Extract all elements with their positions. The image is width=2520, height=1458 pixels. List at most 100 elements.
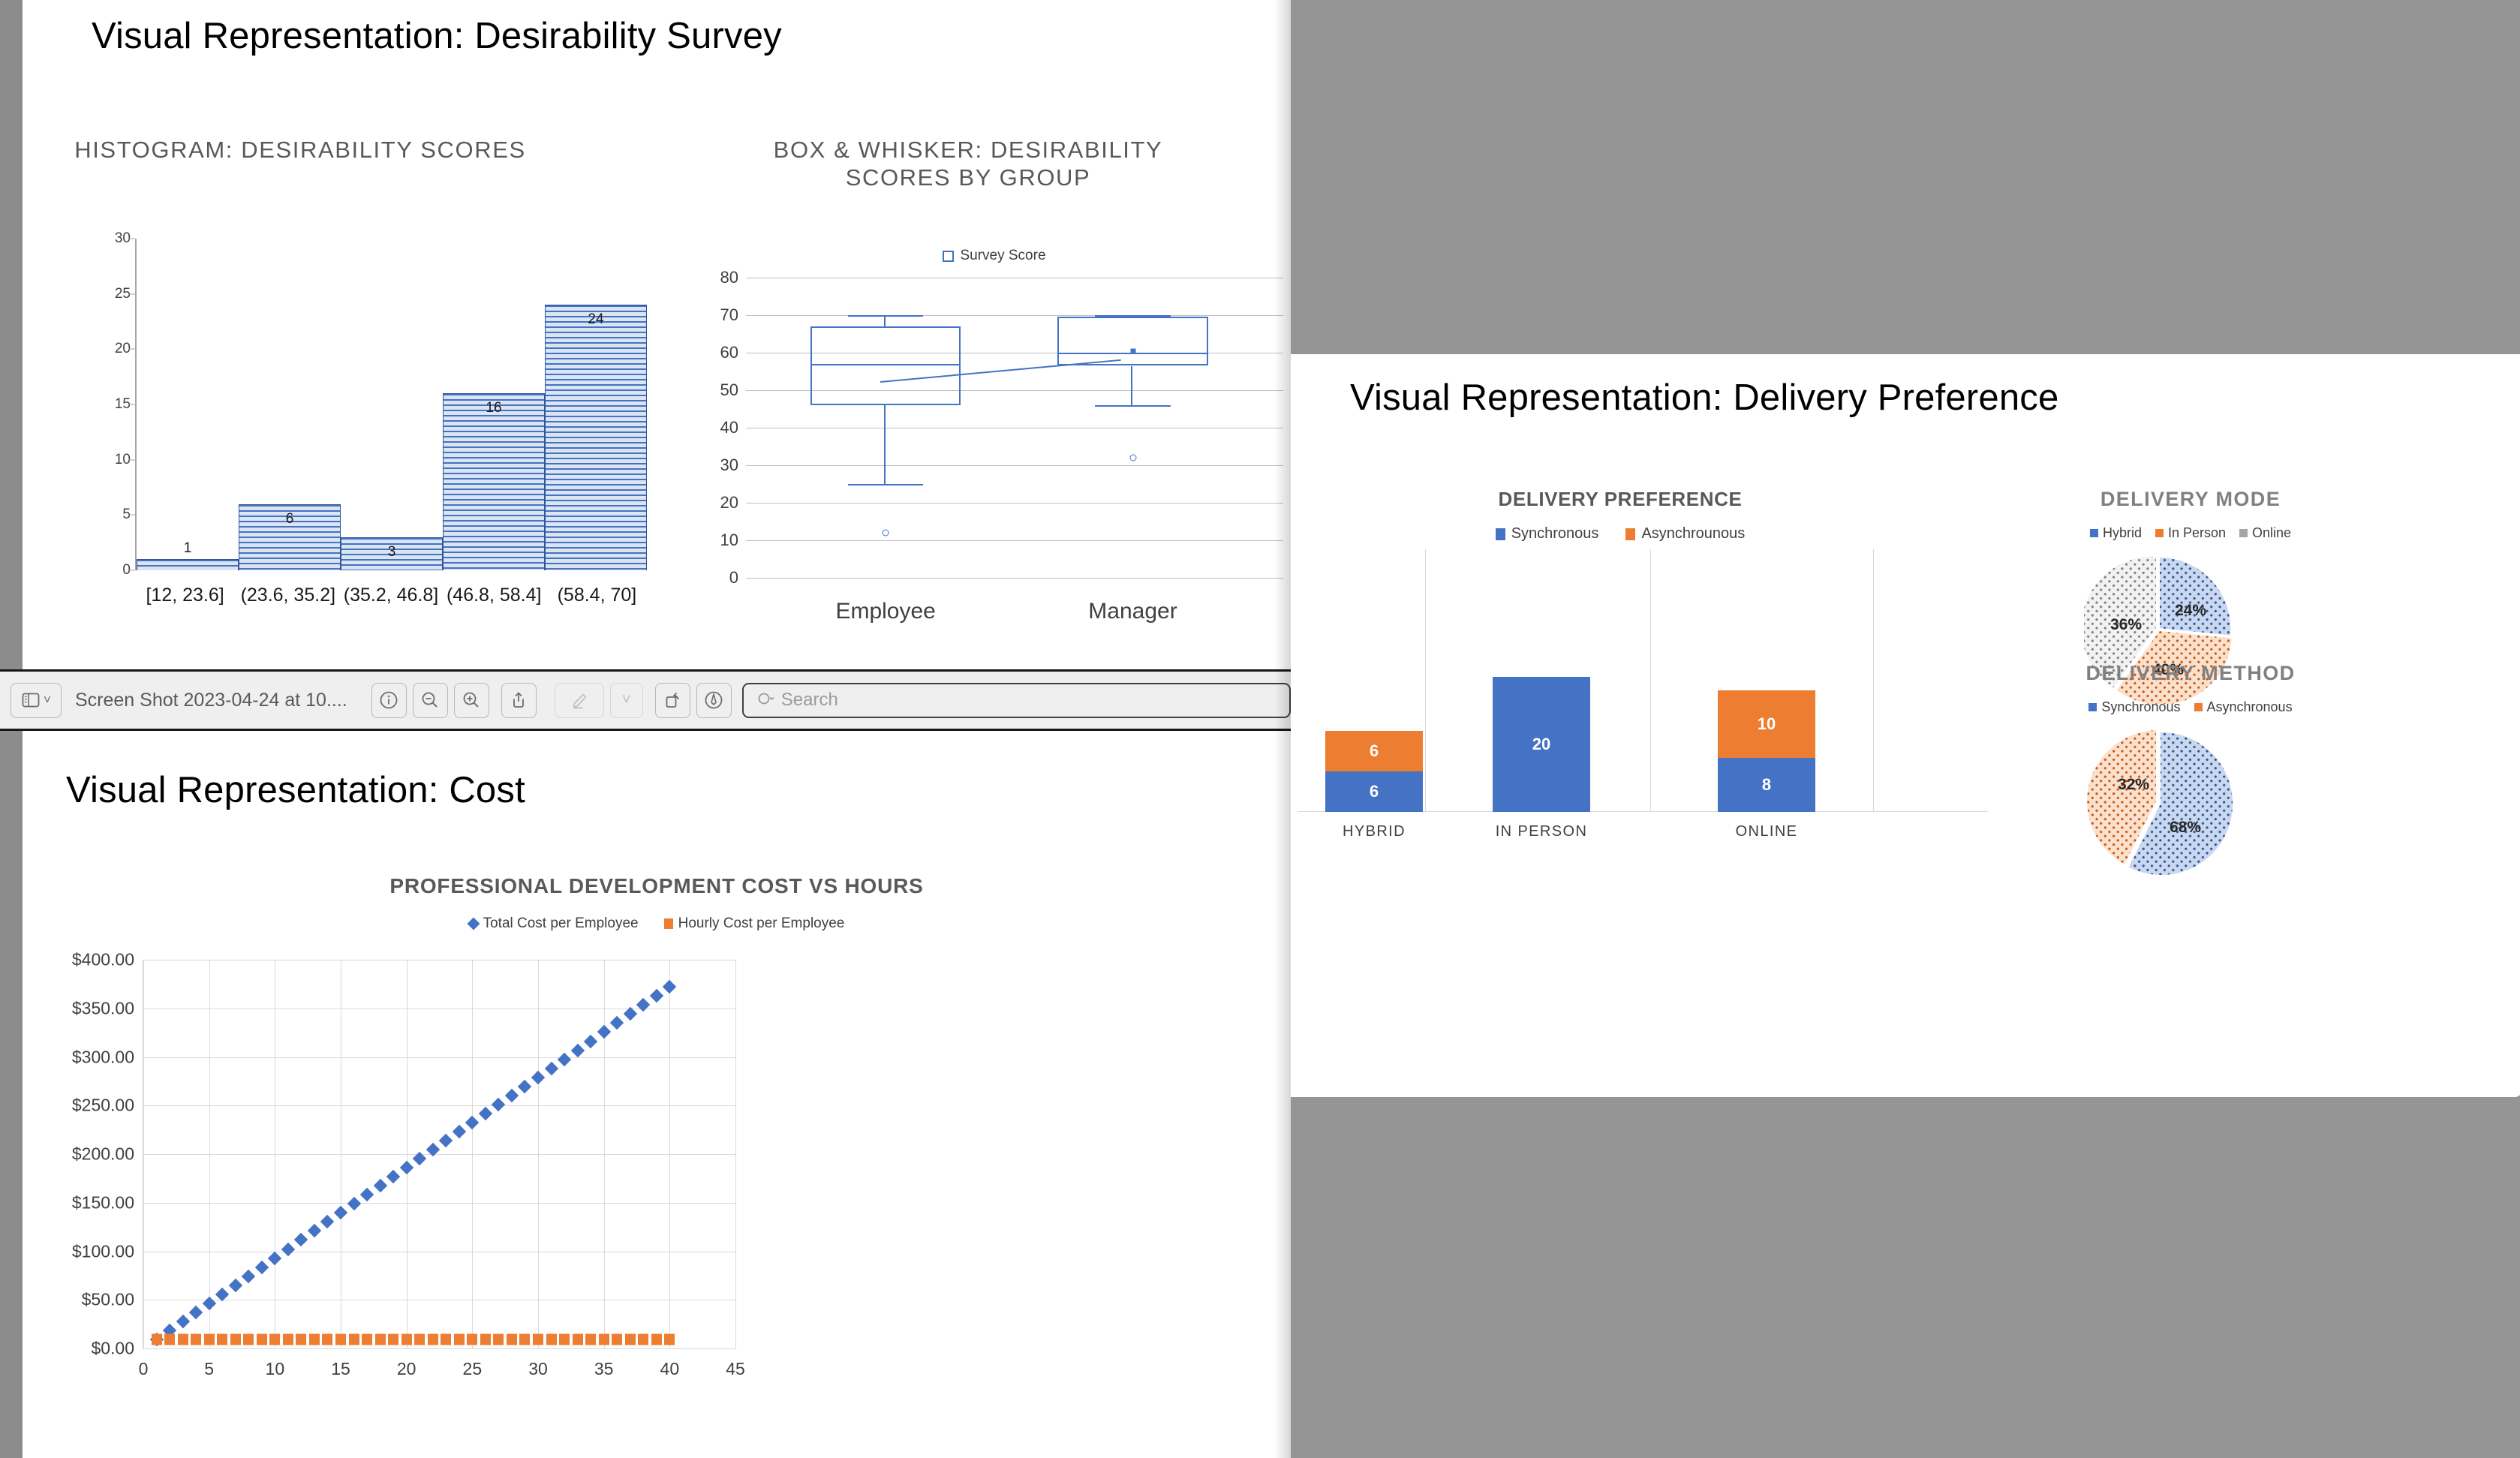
scatter-point	[401, 1333, 412, 1345]
info-button[interactable]	[371, 683, 407, 718]
markup-button[interactable]	[555, 683, 604, 718]
info-icon	[378, 690, 399, 711]
scatter-point	[507, 1333, 517, 1345]
legend-delivery-preference: Synchronous Asynchrounous	[1335, 525, 1905, 543]
scatter-point	[428, 1333, 438, 1345]
scatter-point	[375, 1333, 386, 1345]
legend-cost-chart: Total Cost per Employee Hourly Cost per …	[23, 915, 1291, 932]
scatter-point	[399, 1161, 413, 1174]
scatter-point	[638, 1333, 648, 1345]
scatter-point	[294, 1233, 308, 1246]
histogram-bar: 6	[239, 504, 341, 570]
y-tick-label: $50.00	[82, 1290, 134, 1310]
category-label-online: ONLINE	[1718, 823, 1815, 840]
scatter-point	[255, 1260, 269, 1273]
scatter-point	[465, 1116, 479, 1129]
scatter-point	[191, 1333, 201, 1345]
y-tick-label: $400.00	[72, 950, 134, 970]
legend-swatch-sync-method	[2088, 703, 2097, 711]
segment-sync-online: 8	[1718, 758, 1815, 812]
histogram-bin-label: (46.8, 58.4]	[443, 585, 546, 606]
y-tick-label: 20	[720, 493, 738, 513]
chart-box-whisker: Survey Score 80 70 60 50 40	[698, 248, 1291, 630]
pie-svg-delivery-method	[2084, 728, 2234, 878]
scatter-point	[467, 1333, 477, 1345]
scatter-point	[518, 1080, 531, 1093]
chart-title-histogram: HISTOGRAM: DESIRABILITY SCORES	[68, 137, 533, 164]
scatter-point	[570, 1043, 584, 1057]
gridline	[746, 578, 1283, 579]
gridline-v	[1873, 549, 1874, 812]
gridline-h	[143, 1057, 735, 1058]
scatter-point	[335, 1333, 346, 1345]
gridline-v	[669, 960, 670, 1348]
preview-window-front[interactable]: Visual Representation: Desirability Surv…	[0, 0, 1291, 1458]
search-field[interactable]: Search	[742, 683, 1291, 718]
annotate-button[interactable]	[696, 683, 732, 718]
annotate-icon	[703, 690, 724, 711]
box-whisker-cap-upper	[848, 315, 923, 317]
histogram-bin-label: [12, 23.6]	[134, 585, 236, 606]
x-tick-label: 5	[204, 1359, 214, 1379]
pie-label-synchronous: 68%	[2170, 819, 2201, 837]
x-tick-label: 35	[594, 1359, 614, 1379]
scatter-point	[176, 1315, 189, 1328]
preview-toolbar: ˅ Screen Shot 2023-04-24 at 10....	[0, 669, 1291, 731]
x-tick-label: 45	[726, 1359, 745, 1379]
markup-options-button[interactable]: ˅	[610, 683, 643, 718]
legend-swatch-survey-score	[943, 251, 954, 262]
sidebar-toggle-button[interactable]: ˅	[11, 683, 62, 718]
pie-label-online: 36%	[2110, 616, 2142, 634]
scatter-point	[360, 1188, 374, 1201]
chart-title-delivery-method: DELIVERY METHOD	[2033, 662, 2348, 685]
chart-title-cost-vs-hours: PROFESSIONAL DEVELOPMENT COST VS HOURS	[23, 874, 1291, 898]
box-whisker-cap-upper	[1095, 315, 1170, 317]
scatter-point	[334, 1206, 347, 1219]
box-whisker-lower	[884, 405, 886, 484]
x-tick-label: 40	[660, 1359, 680, 1379]
chevron-down-icon: ˅	[622, 691, 631, 709]
y-tick-label: $250.00	[72, 1096, 134, 1116]
scatter-point	[322, 1333, 332, 1345]
legend-swatch-asynchronous	[1625, 528, 1635, 540]
scatter-point	[308, 1224, 321, 1237]
legend-delivery-method: Synchronous Asynchronous	[2033, 699, 2348, 715]
scatter-point	[651, 1333, 662, 1345]
scatter-point	[597, 1025, 610, 1039]
x-tick-label: 20	[397, 1359, 416, 1379]
box-outlier-point	[883, 530, 889, 537]
zoom-out-button[interactable]	[413, 683, 448, 718]
scatter-point	[229, 1278, 242, 1291]
x-tick-label: 15	[331, 1359, 350, 1379]
histogram-x-labels: [12, 23.6] (23.6, 35.2] (35.2, 46.8] (46…	[134, 585, 648, 606]
scatter-point	[362, 1333, 372, 1345]
box-whisker-lower	[1131, 366, 1132, 405]
scatter-point	[320, 1215, 334, 1228]
preview-window-back[interactable]: Visual Representation: Delivery Preferen…	[1276, 0, 2520, 1458]
legend-item-sync-method: Synchronous	[2088, 699, 2180, 715]
legend-label-total-cost: Total Cost per Employee	[483, 915, 639, 932]
scatter-point	[164, 1333, 175, 1345]
scatter-point	[204, 1333, 215, 1345]
slide-cost: Visual Representation: Cost PROFESSIONAL…	[23, 733, 1291, 1458]
legend-item-synchronous: Synchronous	[1496, 525, 1599, 543]
y-tick-label: $0.00	[91, 1339, 134, 1359]
scatter-point	[268, 1251, 281, 1264]
legend-box-whisker: Survey Score	[698, 248, 1291, 264]
scatter-point	[559, 1333, 570, 1345]
box-whisker-plot-area: 80 70 60 50 40 30 20 10 0	[746, 278, 1283, 578]
y-tick-label: $200.00	[72, 1144, 134, 1165]
y-tick-label: 80	[720, 268, 738, 287]
y-tick-label: 40	[720, 418, 738, 437]
share-button[interactable]	[501, 683, 537, 718]
x-tick-label: 25	[463, 1359, 483, 1379]
gridline-h	[143, 1105, 735, 1106]
histogram-bin-label: (58.4, 70]	[546, 585, 648, 606]
zoom-in-button[interactable]	[454, 683, 489, 718]
y-tick-label: 0	[729, 568, 738, 588]
scatter-point	[439, 1134, 453, 1147]
box-whisker-cap-lower	[1095, 405, 1170, 407]
scatter-point	[242, 1269, 255, 1282]
rotate-button[interactable]	[655, 683, 690, 718]
box-whisker-upper	[884, 315, 886, 326]
